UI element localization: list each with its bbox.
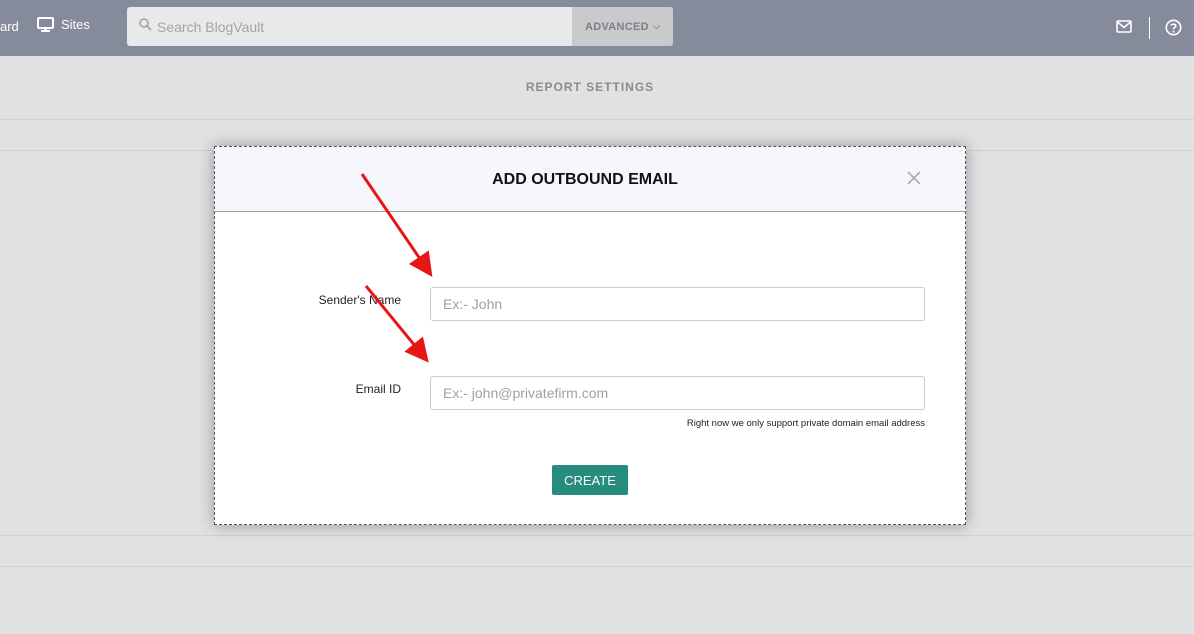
email-id-input[interactable] — [430, 376, 925, 410]
divider — [0, 535, 1194, 536]
email-id-label: Email ID — [355, 382, 401, 396]
create-button[interactable]: CREATE — [552, 465, 628, 495]
search-bar: ADVANCED ⌵ — [127, 7, 673, 46]
advanced-label: ADVANCED — [584, 20, 649, 33]
toolbar-divider — [1149, 17, 1150, 39]
monitor-icon — [37, 17, 54, 32]
chevron-down-icon: ⌵ — [652, 21, 661, 31]
add-outbound-email-modal: ADD OUTBOUND EMAIL Sender's Name Email I… — [214, 146, 966, 525]
modal-header: ADD OUTBOUND EMAIL — [215, 147, 965, 212]
modal-title: ADD OUTBOUND EMAIL — [492, 171, 678, 188]
close-icon[interactable] — [907, 171, 921, 185]
sender-name-label: Sender's Name — [318, 293, 401, 307]
sender-name-input[interactable] — [430, 287, 925, 321]
email-hint-text: Right now we only support private domain… — [686, 418, 925, 429]
help-icon[interactable] — [1165, 19, 1182, 36]
nav-item-sites[interactable]: Sites — [37, 17, 90, 32]
top-navbar: ard Sites ADVANCED ⌵ — [0, 0, 1194, 56]
advanced-search-button[interactable]: ADVANCED ⌵ — [572, 7, 673, 46]
mail-icon[interactable] — [1116, 20, 1132, 33]
divider — [0, 566, 1194, 567]
nav-item-dashboard[interactable]: ard — [0, 19, 19, 34]
page-title: REPORT SETTINGS — [525, 80, 655, 94]
nav-sites-label: Sites — [61, 17, 90, 32]
divider — [0, 119, 1194, 120]
search-icon — [139, 18, 152, 31]
